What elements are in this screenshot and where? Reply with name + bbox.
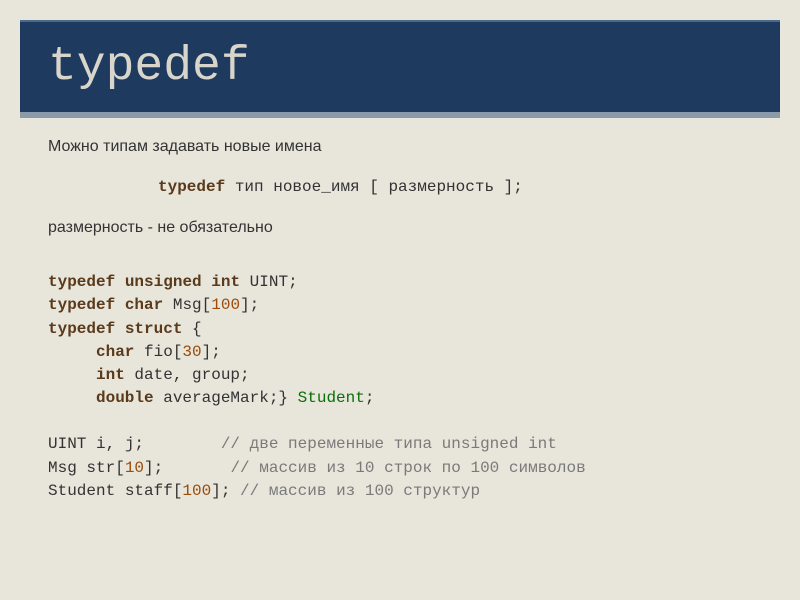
code-line: char fio[30];: [48, 341, 752, 364]
type-name: Student: [298, 389, 365, 407]
pad: [163, 459, 230, 477]
stmt: Student staff[: [48, 482, 182, 500]
code-blank: [48, 410, 752, 433]
punct: ];: [144, 459, 163, 477]
num: 10: [125, 459, 144, 477]
stmt: Msg str[: [48, 459, 125, 477]
stmt: UINT i, j;: [48, 435, 144, 453]
punct: ];: [211, 482, 230, 500]
kw-int: int: [211, 273, 240, 291]
syntax-rest: тип новое_имя [ размерность ];: [225, 178, 523, 196]
slide-title: typedef: [48, 40, 752, 94]
code-line: typedef char Msg[100];: [48, 294, 752, 317]
kw-int: int: [96, 366, 125, 384]
comment: // две переменные типа unsigned int: [221, 435, 557, 453]
punct: ];: [240, 296, 259, 314]
ident: fio[: [134, 343, 182, 361]
intro-text: Можно типам задавать новые имена: [48, 136, 752, 158]
kw-char: char: [96, 343, 134, 361]
code-line: Student staff[100]; // массив из 100 стр…: [48, 480, 752, 503]
code-line: typedef unsigned int UINT;: [48, 271, 752, 294]
kw-double: double: [96, 389, 154, 407]
header-bar: typedef: [20, 20, 780, 118]
slide-content: Можно типам задавать новые имена typedef…: [20, 136, 780, 503]
punct: {: [182, 320, 201, 338]
slide: typedef Можно типам задавать новые имена…: [0, 0, 800, 600]
code-line: typedef struct {: [48, 318, 752, 341]
ident: date, group;: [125, 366, 250, 384]
pad: [144, 435, 221, 453]
code-line: UINT i, j; // две переменные типа unsign…: [48, 433, 752, 456]
kw-char: char: [125, 296, 163, 314]
ident: averageMark;}: [154, 389, 298, 407]
num: 100: [182, 482, 211, 500]
punct: ];: [202, 343, 221, 361]
kw-typedef: typedef: [48, 296, 115, 314]
kw-unsigned: unsigned: [125, 273, 202, 291]
num: 100: [211, 296, 240, 314]
kw-typedef: typedef: [48, 273, 115, 291]
punct: ;: [365, 389, 375, 407]
code-line: double averageMark;} Student;: [48, 387, 752, 410]
code-line: Msg str[10]; // массив из 10 строк по 10…: [48, 457, 752, 480]
syntax-keyword: typedef: [158, 178, 225, 196]
kw-typedef: typedef: [48, 320, 115, 338]
num: 30: [182, 343, 201, 361]
syntax-line: typedef тип новое_имя [ размерность ];: [48, 176, 752, 198]
ident: Msg[: [163, 296, 211, 314]
comment: // массив из 10 строк по 100 символов: [230, 459, 585, 477]
code-block: typedef unsigned int UINT; typedef char …: [48, 271, 752, 503]
pad: [230, 482, 240, 500]
note-text: размерность - не обязательно: [48, 217, 752, 239]
kw-struct: struct: [125, 320, 183, 338]
comment: // массив из 100 структур: [240, 482, 480, 500]
code-line: int date, group;: [48, 364, 752, 387]
ident: UINT;: [240, 273, 298, 291]
